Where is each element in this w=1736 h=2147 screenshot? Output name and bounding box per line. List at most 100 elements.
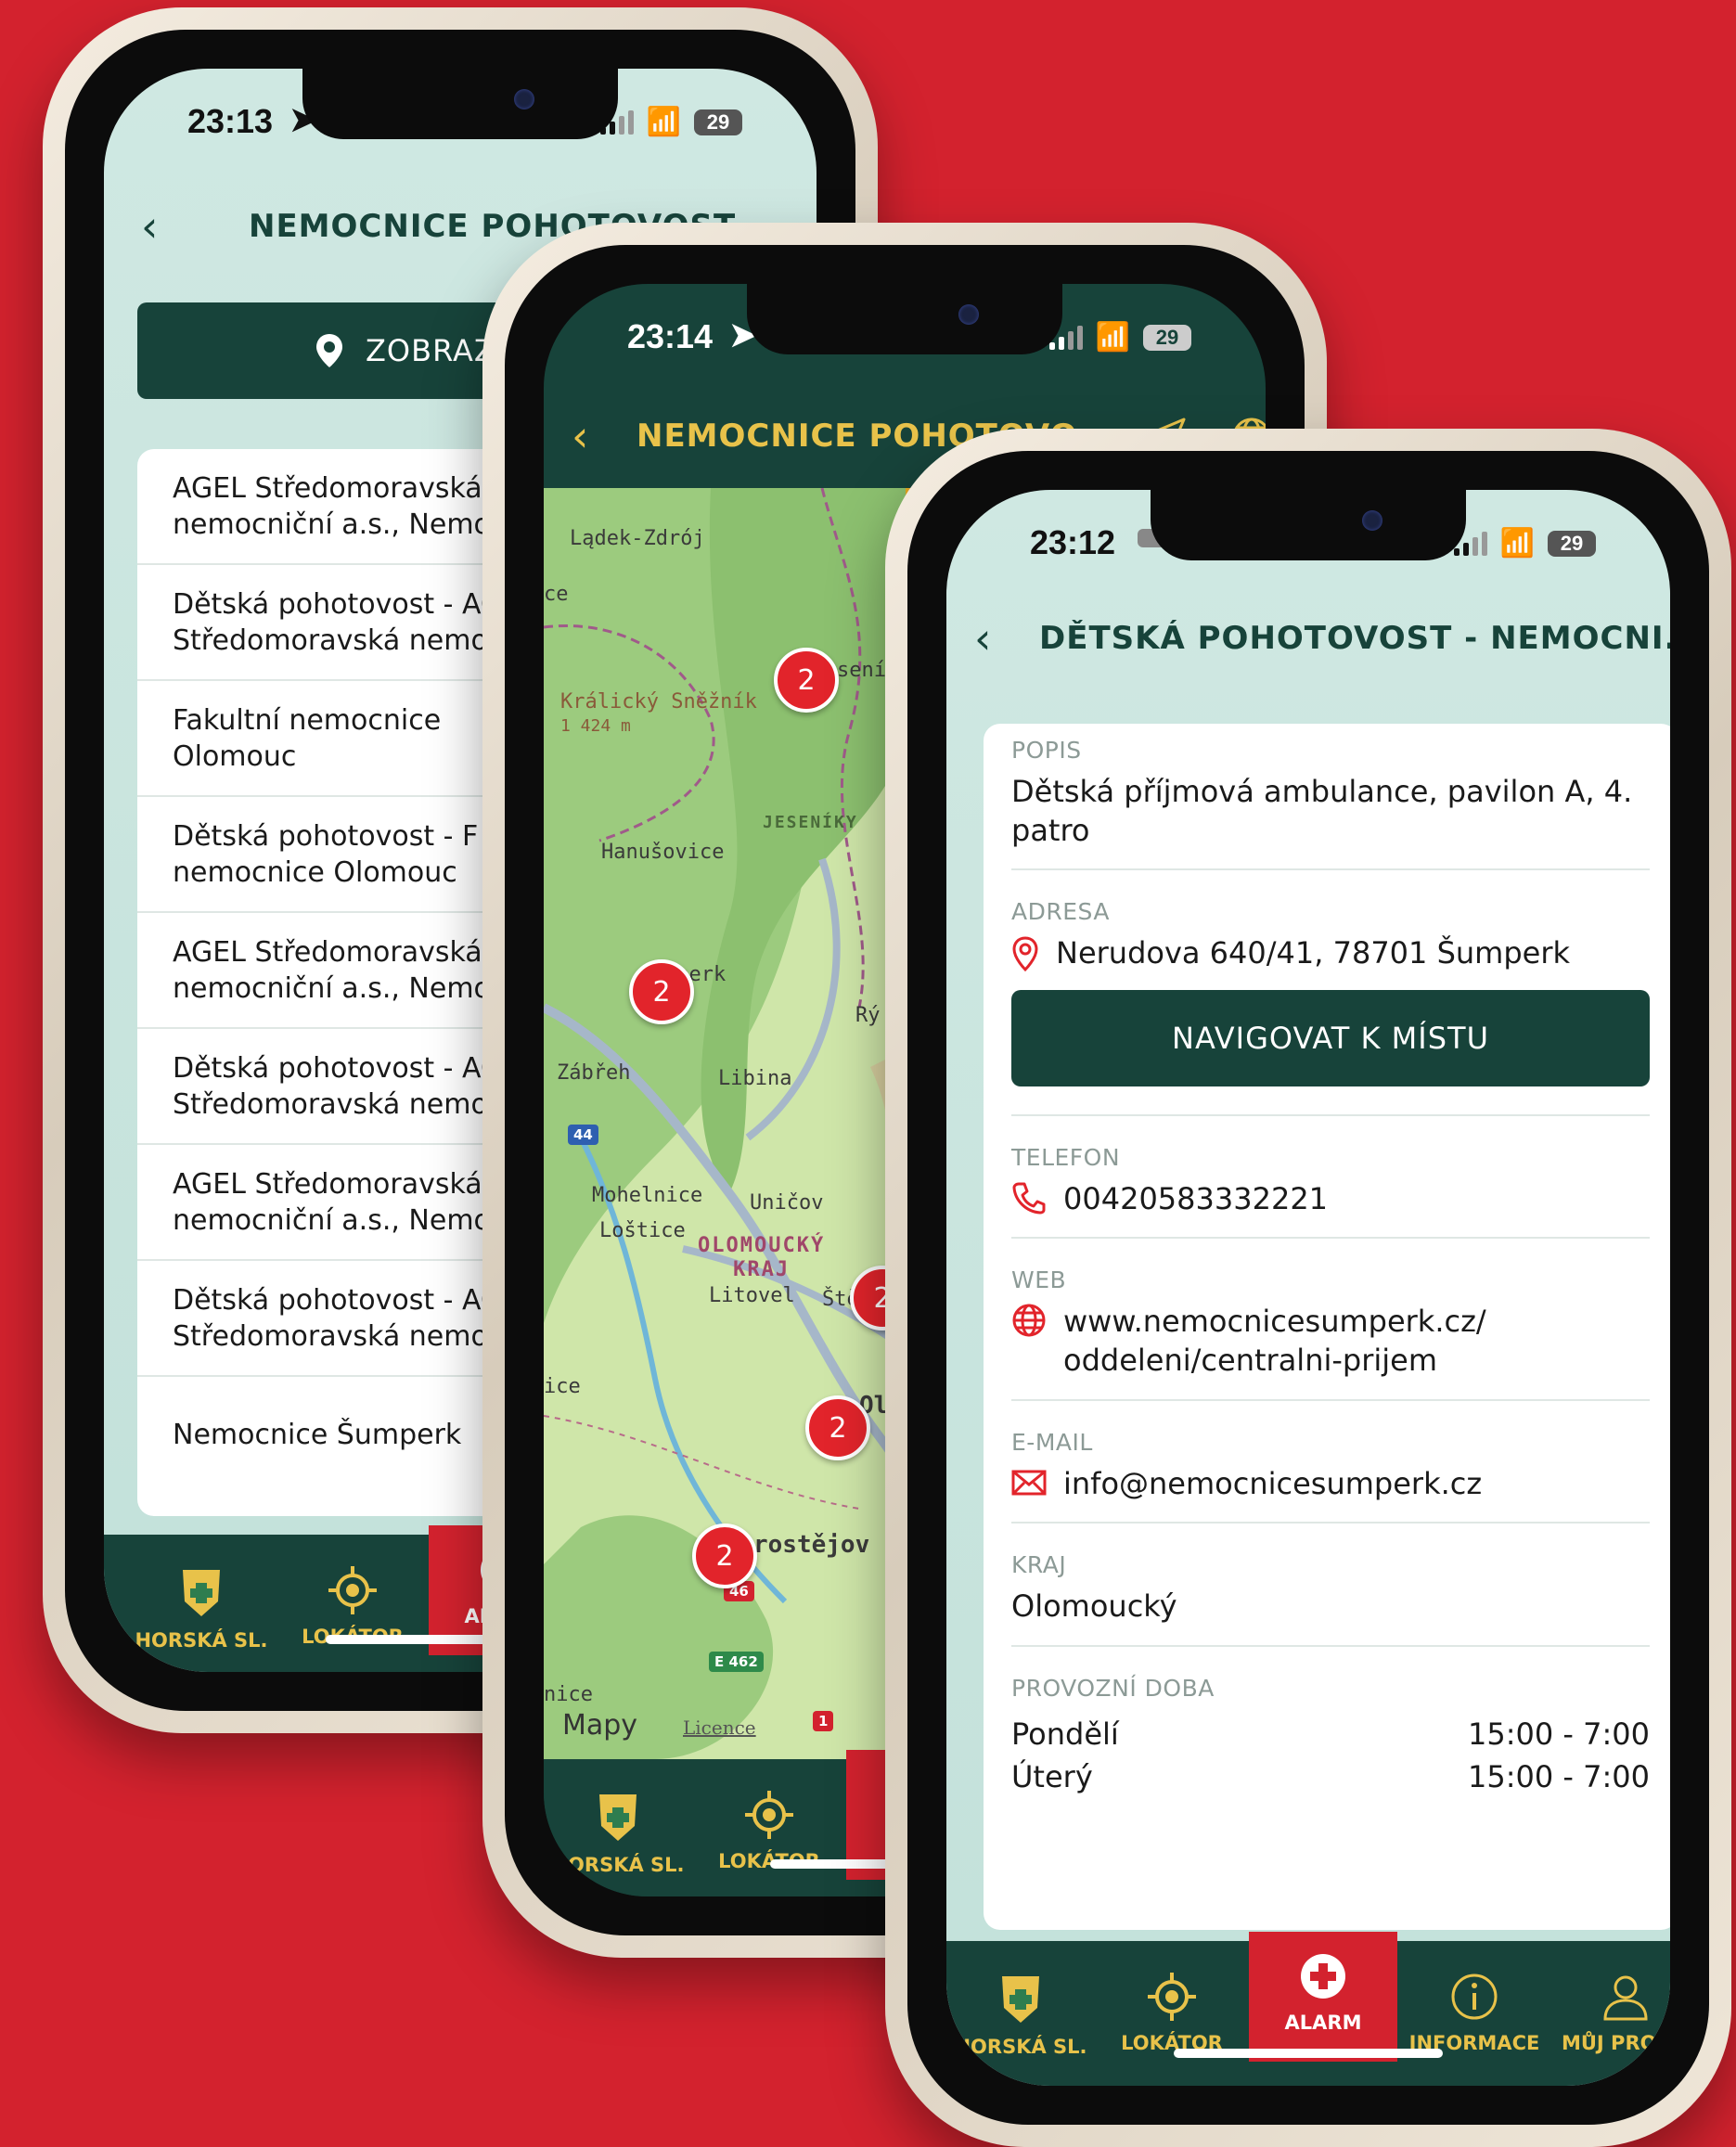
status-time: 23:12	[1030, 523, 1116, 561]
mail-icon	[1011, 1470, 1047, 1496]
hours-time: 15:00 - 7:00	[1468, 1716, 1650, 1752]
map-cluster-marker[interactable]: 2	[774, 648, 839, 713]
map-license-link[interactable]: Licence	[683, 1716, 756, 1739]
header: ‹ DĚTSKÁ POHOTOVOST - NEMOCNI...	[946, 601, 1670, 675]
map-town-mohelnice: Mohelnice	[592, 1184, 703, 1207]
map-town-partial-bottom: nice	[544, 1683, 593, 1706]
hours-row: Pondělí 15:00 - 7:00	[1011, 1716, 1650, 1752]
hours-day: Úterý	[1011, 1758, 1093, 1794]
popis-value: Dětská příjmová ambulance, pavilon A, 4.…	[1011, 774, 1633, 848]
location-pin-icon	[1012, 936, 1038, 972]
tab-horska-sluzba[interactable]: HORSKÁ SL.	[544, 1759, 692, 1896]
alarm-plus-icon	[1301, 1954, 1345, 1999]
road-shield-1: 1	[813, 1711, 834, 1731]
map-town-lostice: Loštice	[599, 1219, 686, 1242]
map-town-partial-top: ce	[544, 583, 569, 606]
tab-horska-sluzba[interactable]: HORSKÁ SL.	[946, 1941, 1095, 2086]
tab-informace[interactable]: INFORMACE	[1400, 1941, 1549, 2086]
section-provozni-doba: PROVOZNÍ DOBA Pondělí 15:00 - 7:00 Úterý…	[1011, 1647, 1650, 1813]
hours-time: 15:00 - 7:00	[1468, 1758, 1650, 1794]
mountain-rescue-icon	[1002, 1976, 1039, 2023]
map-town-hanusovice: Hanušovice	[601, 841, 725, 864]
hours-row: Úterý 15:00 - 7:00	[1011, 1759, 1650, 1794]
map-town-libina: Libina	[718, 1067, 792, 1090]
tab-horska-sluzba[interactable]: HORSKÁ SL.	[127, 1535, 276, 1672]
battery-icon: 29	[1548, 530, 1596, 557]
detail-card: POPIS Dětská příjmová ambulance, pavilon…	[984, 724, 1670, 1930]
locator-icon	[328, 1566, 377, 1614]
adresa-value: Nerudova 640/41, 78701 Šumperk	[1056, 935, 1571, 971]
mountain-rescue-icon	[183, 1570, 220, 1616]
navigate-button[interactable]: NAVIGOVAT K MÍSTU	[1011, 989, 1650, 1086]
wifi-icon: 📶	[1499, 528, 1535, 559]
map-town-ladek-zdroj: Lądek-Zdrój	[570, 527, 705, 550]
phone-detail: 23:12 📶 29 ‹ DĚTSKÁ POHOTOVOST - NEMOCNI…	[885, 429, 1731, 2147]
section-kraj: KRAJ Olomoucký	[1011, 1523, 1650, 1647]
map-town-rymarov: Rý	[855, 1004, 881, 1027]
locator-icon	[745, 1791, 793, 1839]
back-icon[interactable]: ‹	[572, 411, 588, 461]
email-value[interactable]: info@nemocnicesumperk.cz	[1063, 1465, 1482, 1504]
tab-label: MŮJ PROFIL	[1561, 2032, 1670, 2054]
notch	[747, 284, 1062, 354]
notch	[302, 69, 618, 139]
back-icon[interactable]: ‹	[974, 613, 991, 663]
map-cluster-marker[interactable]: 2	[629, 959, 694, 1024]
tab-bar: HORSKÁ SL. LOKÁTOR ALARM INFORMACE MŮJ P…	[946, 1932, 1670, 2086]
map-town-unicov: Uničov	[750, 1191, 824, 1215]
telefon-value[interactable]: 00420583332221	[1063, 1180, 1328, 1219]
wifi-icon: 📶	[646, 107, 681, 137]
tab-muj-profil[interactable]: MŮJ PROFIL	[1551, 1941, 1670, 2086]
map-peak-kralicky-sneznik: Králický Sněžník	[560, 690, 757, 714]
kraj-label: KRAJ	[1011, 1551, 1067, 1579]
map-cluster-marker[interactable]: 2	[805, 1395, 870, 1460]
section-web: WEB www.nemocnicesumperk.cz/ oddeleni/ce…	[1011, 1239, 1650, 1401]
info-icon	[1451, 1973, 1498, 2020]
road-shield-44: 44	[568, 1125, 598, 1145]
tab-lokator[interactable]: LOKÁTOR	[1098, 1941, 1246, 2086]
profile-icon	[1603, 1975, 1648, 2021]
maps-logo: Mapy	[562, 1709, 638, 1742]
map-cluster-marker[interactable]: 2	[692, 1523, 757, 1588]
web-value[interactable]: www.nemocnicesumperk.cz/ oddeleni/centra…	[1063, 1303, 1486, 1380]
map-town-zabreh: Zábřeh	[557, 1061, 631, 1085]
tab-lokator[interactable]: LOKÁTOR	[695, 1759, 843, 1896]
tab-label: ALARM	[1284, 2012, 1362, 2034]
tab-lokator[interactable]: LOKÁTOR	[278, 1535, 427, 1672]
map-pin-icon	[316, 334, 342, 367]
email-label: E-MAIL	[1011, 1428, 1093, 1456]
adresa-label: ADRESA	[1011, 898, 1110, 926]
page-title: DĚTSKÁ POHOTOVOST - NEMOCNI...	[1039, 620, 1670, 657]
notch	[1151, 490, 1466, 560]
kraj-value: Olomoucký	[1011, 1588, 1177, 1625]
hours-day: Pondělí	[1011, 1716, 1119, 1752]
map-peak-elevation: 1 424 m	[560, 716, 631, 736]
locator-icon	[1148, 1973, 1196, 2021]
map-town-partial-left: ice	[544, 1375, 581, 1398]
section-telefon: TELEFON 00420583332221	[1011, 1116, 1650, 1240]
map-town-prostejov: rostějov	[753, 1531, 870, 1559]
phone-icon	[1012, 1182, 1046, 1215]
road-shield-e462: E 462	[709, 1652, 764, 1672]
section-email: E-MAIL info@nemocnicesumperk.cz	[1011, 1401, 1650, 1524]
tab-alarm[interactable]: ALARM	[1249, 1932, 1397, 2062]
globe-icon	[1012, 1304, 1046, 1337]
telefon-label: TELEFON	[1011, 1143, 1121, 1171]
battery-icon: 29	[694, 109, 742, 135]
tab-label: HORSKÁ SL.	[954, 2036, 1087, 2058]
popis-label: POPIS	[1011, 737, 1082, 764]
map-region-jeseniky: JESENÍKY	[763, 813, 858, 832]
map-region-olomoucky-kraj: OLOMOUCKÝ KRAJ	[698, 1234, 826, 1282]
battery-icon: 29	[1143, 324, 1191, 351]
wifi-icon: 📶	[1095, 322, 1130, 353]
section-adresa: ADRESA Nerudova 640/41, 78701 Šumperk NA…	[1011, 870, 1650, 1116]
web-label: WEB	[1011, 1266, 1067, 1294]
tab-label: HORSKÁ SL.	[551, 1854, 685, 1876]
back-icon[interactable]: ‹	[141, 201, 158, 251]
home-indicator	[1174, 2049, 1443, 2058]
section-popis: POPIS Dětská příjmová ambulance, pavilon…	[1011, 724, 1650, 871]
map-town-litovel: Litovel	[709, 1284, 795, 1307]
screen-detail: 23:12 📶 29 ‹ DĚTSKÁ POHOTOVOST - NEMOCNI…	[946, 490, 1670, 2086]
tab-label: HORSKÁ SL.	[135, 1629, 268, 1652]
provozni-doba-label: PROVOZNÍ DOBA	[1011, 1674, 1215, 1702]
